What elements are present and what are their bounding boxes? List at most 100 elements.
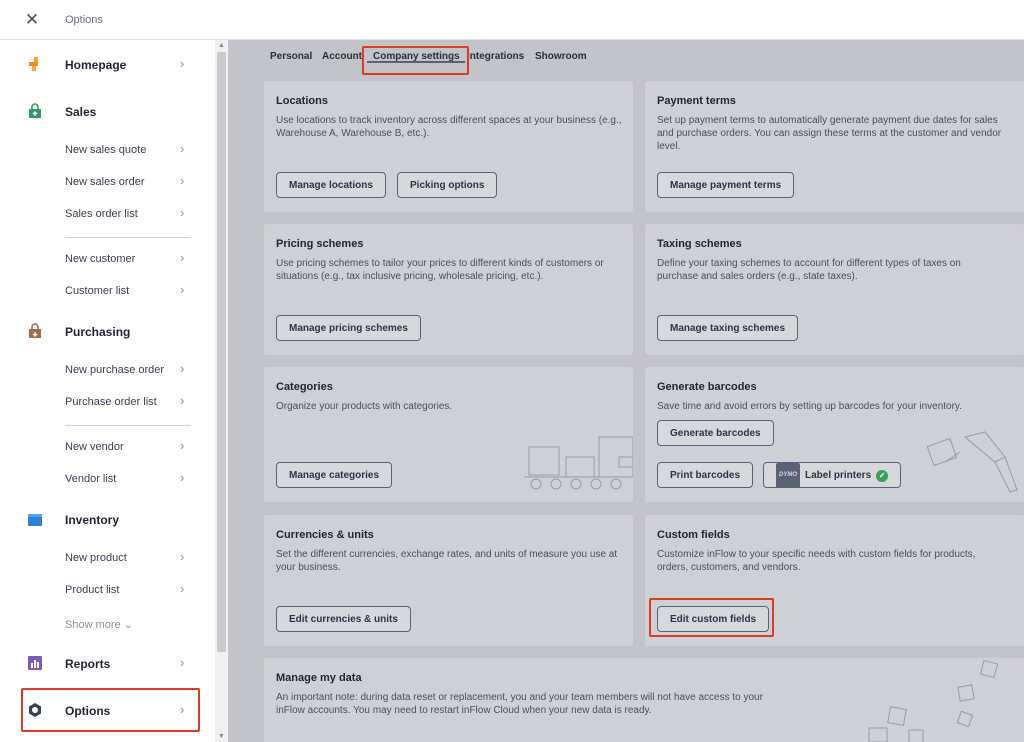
chevron-right-icon: › (180, 438, 185, 453)
sidebar-item-label: Customer list (65, 285, 130, 297)
manage-locations-button[interactable]: Manage locations (276, 172, 386, 198)
manage-payment-terms-button[interactable]: Manage payment terms (657, 172, 795, 198)
company-settings-highlight-box (362, 46, 469, 75)
sidebar-item-customer-list[interactable]: Customer list › (0, 279, 215, 305)
sidebar-item-label: New product (65, 552, 127, 564)
sidebar-item-new-sales-order[interactable]: New sales order › (0, 170, 215, 196)
divider (65, 425, 191, 426)
sidebar-label-inventory: Inventory (65, 513, 120, 527)
purchasing-bag-icon (29, 323, 41, 338)
close-icon[interactable]: ✕ (24, 11, 40, 29)
card-description: An important note: during data reset or … (276, 692, 763, 716)
chevron-right-icon: › (180, 581, 185, 596)
sidebar-item-reports[interactable]: Reports › (0, 649, 215, 679)
conveyor-illustration (524, 436, 633, 490)
label-printers-label: Label printers (805, 470, 872, 482)
sidebar-item-new-customer[interactable]: New customer › (0, 247, 215, 273)
tab-showroom[interactable]: Showroom (535, 51, 587, 62)
options-main-panel: Personal Account Company settings Integr… (228, 40, 1024, 742)
edit-currencies-units-button[interactable]: Edit currencies & units (276, 606, 411, 632)
barcode-scanner-illustration (926, 431, 1018, 493)
card-title: Payment terms (657, 95, 736, 107)
card-title: Locations (276, 95, 328, 107)
sidebar-item-label: New sales quote (65, 144, 147, 156)
sidebar-item-label: Vendor list (65, 473, 117, 485)
chevron-right-icon: › (180, 173, 185, 188)
sidebar-item-label: Sales order list (65, 208, 138, 220)
sidebar-item-product-list[interactable]: Product list › (0, 578, 215, 604)
card-description: Organize your products with categories. (276, 401, 453, 412)
sidebar-item-new-purchase-order[interactable]: New purchase order › (0, 358, 215, 384)
scrollbar-thumb[interactable] (217, 52, 226, 652)
scroll-up-icon[interactable]: ▲ (218, 42, 225, 49)
chevron-right-icon: › (180, 361, 185, 376)
card-description: Use locations to track inventory across … (276, 115, 622, 139)
card-description: Use pricing schemes to tailor your price… (276, 258, 604, 282)
card-title: Manage my data (276, 672, 362, 684)
top-bar: ✕ Options (0, 0, 1024, 40)
locations-card: Locations Use locations to track invento… (264, 81, 633, 212)
sidebar-item-label: New customer (65, 253, 136, 265)
card-title: Categories (276, 381, 333, 393)
chevron-right-icon: › (180, 250, 185, 265)
sidebar-item-inventory[interactable]: Inventory (0, 505, 215, 535)
sidebar-item-sales[interactable]: Sales (0, 97, 215, 127)
picking-options-button[interactable]: Picking options (397, 172, 498, 198)
card-title: Taxing schemes (657, 238, 742, 250)
categories-card: Categories Organize your products with c… (264, 367, 633, 502)
divider (65, 237, 191, 238)
homepage-icon (29, 57, 38, 71)
sidebar-item-sales-order-list[interactable]: Sales order list › (0, 202, 215, 228)
sidebar-item-new-product[interactable]: New product › (0, 546, 215, 572)
sidebar-item-purchase-order-list[interactable]: Purchase order list › (0, 390, 215, 416)
tab-integrations[interactable]: Integrations (467, 51, 524, 62)
sidebar-label-reports: Reports (65, 657, 111, 671)
card-description: Set up payment terms to automatically ge… (657, 115, 1002, 152)
chevron-right-icon: › (180, 393, 185, 408)
barcodes-card: Generate barcodes Save time and avoid er… (645, 367, 1024, 502)
sidebar-label-purchasing: Purchasing (65, 325, 131, 339)
sidebar-label-sales: Sales (65, 105, 97, 119)
check-circle-icon: ✓ (876, 469, 889, 482)
scroll-down-icon[interactable]: ▼ (218, 733, 225, 740)
label-printers-button[interactable]: DYMO Label printers ✓ (763, 462, 902, 488)
sidebar-item-new-sales-quote[interactable]: New sales quote › (0, 138, 215, 164)
generate-barcodes-button[interactable]: Generate barcodes (657, 420, 774, 446)
sidebar-item-label: New sales order (65, 176, 145, 188)
sidebar-item-label: New vendor (65, 441, 124, 453)
reports-chart-icon (28, 656, 42, 670)
card-description: Save time and avoid errors by setting up… (657, 401, 962, 412)
manage-taxing-schemes-button[interactable]: Manage taxing schemes (657, 315, 799, 341)
inventory-box-icon (28, 514, 42, 526)
show-more-link[interactable]: Show more ⌄ (65, 618, 133, 631)
options-highlight-box (21, 688, 200, 732)
chevron-right-icon: › (180, 141, 185, 156)
card-title: Generate barcodes (657, 381, 757, 393)
manage-categories-button[interactable]: Manage categories (276, 462, 393, 488)
sidebar-item-new-vendor[interactable]: New vendor › (0, 435, 215, 461)
sidebar-label-homepage: Homepage (65, 58, 127, 72)
print-barcodes-button[interactable]: Print barcodes (657, 462, 754, 488)
chevron-right-icon: › (180, 56, 185, 71)
chevron-right-icon: › (180, 549, 185, 564)
sidebar: Homepage › Sales New sales quote › New s… (0, 40, 215, 742)
sidebar-item-vendor-list[interactable]: Vendor list › (0, 467, 215, 493)
card-title: Pricing schemes (276, 238, 364, 250)
manage-pricing-schemes-button[interactable]: Manage pricing schemes (276, 315, 421, 341)
manage-data-card: Manage my data An important note: during… (264, 658, 1024, 742)
custom-fields-highlight-box (649, 598, 774, 637)
sales-bag-icon (29, 103, 41, 118)
tab-account[interactable]: Account (322, 51, 362, 62)
sidebar-scrollbar[interactable]: ▲ ▼ (215, 40, 228, 742)
card-title: Currencies & units (276, 529, 374, 541)
sidebar-item-homepage[interactable]: Homepage › (0, 50, 215, 80)
tab-personal[interactable]: Personal (270, 51, 312, 62)
chevron-right-icon: › (180, 470, 185, 485)
sidebar-item-label: Product list (65, 584, 120, 596)
currencies-units-card: Currencies & units Set the different cur… (264, 515, 633, 646)
sidebar-item-label: New purchase order (65, 364, 165, 376)
card-description: Define your taxing schemes to account fo… (657, 258, 961, 282)
card-description: Set the different currencies, exchange r… (276, 549, 618, 573)
sidebar-item-purchasing[interactable]: Purchasing (0, 317, 215, 347)
chevron-right-icon: › (180, 205, 185, 220)
